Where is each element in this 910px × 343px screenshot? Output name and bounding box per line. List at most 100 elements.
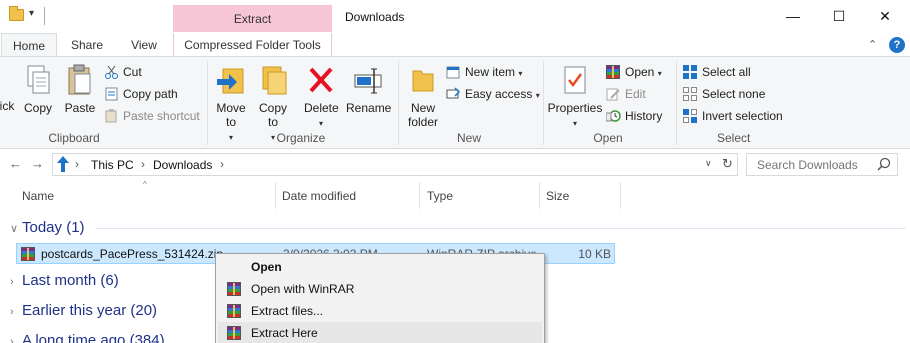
copy-button[interactable]: Copy <box>20 63 56 115</box>
quick-access-dropdown-icon[interactable]: ▾ <box>29 8 34 19</box>
rename-icon <box>352 63 384 97</box>
group-header-long-time-ago[interactable]: › A long time ago (384) <box>10 332 165 343</box>
new-item-icon <box>446 65 461 79</box>
menu-item-extract-files[interactable]: Extract files... <box>218 300 542 322</box>
rename-button[interactable]: Rename <box>346 63 391 115</box>
column-header-name[interactable]: Name <box>22 182 54 210</box>
search-input[interactable] <box>757 158 867 172</box>
delete-button[interactable]: Delete ▾ <box>304 63 339 131</box>
menu-item-open-with-winrar-label: Open with WinRAR <box>251 282 355 296</box>
column-divider[interactable] <box>620 182 621 209</box>
easy-access-label: Easy access <box>465 87 533 101</box>
history-button[interactable]: History <box>605 106 663 126</box>
new-item-dropdown-icon: ▾ <box>518 69 523 78</box>
minimize-button[interactable]: — <box>770 0 816 32</box>
ribbon-collapse-icon[interactable]: ⌃ <box>868 38 877 51</box>
select-group-label: Select <box>717 131 751 145</box>
scissors-icon <box>104 65 119 79</box>
column-header-type[interactable]: Type <box>427 182 453 210</box>
folder-icon[interactable] <box>9 6 24 21</box>
open-group-label: Open <box>593 131 623 145</box>
select-all-icon <box>683 65 698 79</box>
invert-selection-button[interactable]: Invert selection <box>683 106 783 126</box>
column-divider[interactable] <box>275 182 276 209</box>
column-divider[interactable] <box>539 182 540 209</box>
quick-access-separator <box>44 7 45 25</box>
search-icon[interactable] <box>877 157 891 174</box>
chevron-right-icon: › <box>10 306 14 318</box>
breadcrumb-this-pc[interactable]: This PC <box>91 158 134 172</box>
group-header-earlier-this-year[interactable]: › Earlier this year (20) <box>10 302 157 319</box>
select-all-label: Select all <box>702 65 751 79</box>
tab-compressed-folder-tools[interactable]: Compressed Folder Tools <box>173 33 332 57</box>
search-box <box>746 153 898 176</box>
winrar-icon <box>227 304 241 318</box>
new-item-button[interactable]: New item ▾ <box>446 62 522 82</box>
tab-share[interactable]: Share <box>62 33 112 57</box>
breadcrumb-chevron-icon[interactable]: › <box>220 157 224 171</box>
group-header-last-month[interactable]: › Last month (6) <box>10 272 119 289</box>
copy-label: Copy <box>23 101 52 115</box>
properties-button[interactable]: Properties ▾ <box>546 63 604 131</box>
history-icon <box>605 109 621 123</box>
open-dropdown-icon: ▾ <box>657 69 662 78</box>
column-divider[interactable] <box>419 182 420 209</box>
breadcrumb-chevron-icon[interactable]: › <box>141 157 145 171</box>
column-header-size[interactable]: Size <box>546 182 569 210</box>
address-dropdown-icon[interactable]: ∨ <box>705 158 712 169</box>
chevron-down-icon: ∨ <box>10 223 19 235</box>
file-name: postcards_PacePress_531424.zip <box>41 247 224 261</box>
back-arrow-icon[interactable]: ← <box>9 156 22 171</box>
cut-button[interactable]: Cut <box>104 62 142 82</box>
menu-item-open-with-winrar[interactable]: Open with WinRAR <box>218 278 542 300</box>
context-menu: Open Open with WinRAR Extract files... E… <box>215 253 545 343</box>
close-button[interactable]: ✕ <box>862 0 908 32</box>
copy-path-button[interactable]: Copy path <box>104 84 178 104</box>
new-group-label: New <box>456 131 481 145</box>
clipboard-group: ick Copy Paste Cut Copy path Paste short… <box>0 57 200 149</box>
tab-home[interactable]: Home <box>1 33 57 57</box>
new-folder-button[interactable]: New folder <box>403 63 443 129</box>
group-long-time-ago-label: A long time ago (384) <box>22 332 165 343</box>
paste-shortcut-icon <box>104 109 119 123</box>
tab-view[interactable]: View <box>119 33 169 57</box>
sort-ascending-icon: ^ <box>143 180 147 189</box>
breadcrumb-downloads[interactable]: Downloads <box>153 158 212 172</box>
properties-icon <box>559 63 591 97</box>
edit-icon <box>606 87 621 101</box>
paste-button[interactable]: Paste <box>62 63 98 115</box>
winrar-icon <box>227 282 241 296</box>
pin-quick-access-button[interactable]: ick <box>0 99 16 113</box>
ribbon-tabs: Home Share View Compressed Folder Tools … <box>0 33 910 57</box>
chevron-right-icon: › <box>10 336 14 343</box>
edit-label: Edit <box>625 87 646 101</box>
help-icon[interactable]: ? <box>889 37 905 53</box>
easy-access-button[interactable]: Easy access ▾ <box>446 84 540 104</box>
menu-item-open[interactable]: Open <box>218 256 542 278</box>
copy-path-icon <box>104 87 119 101</box>
extract-context-header: Extract <box>173 5 332 32</box>
new-item-label: New item <box>465 65 516 79</box>
menu-item-open-label: Open <box>251 260 282 274</box>
address-bar[interactable]: › This PC › Downloads › ∨ ↻ <box>52 153 738 176</box>
history-label: History <box>625 109 663 123</box>
paste-shortcut-label: Paste shortcut <box>123 109 200 123</box>
group-header-today[interactable]: ∨ Today (1) <box>10 219 85 236</box>
menu-item-extract-here[interactable]: Extract Here <box>218 322 542 343</box>
paste-label: Paste <box>64 101 96 115</box>
refresh-icon[interactable]: ↻ <box>722 156 733 172</box>
open-button[interactable]: Open ▾ <box>606 62 662 82</box>
select-all-button[interactable]: Select all <box>683 62 751 82</box>
up-arrow-icon[interactable] <box>56 155 70 176</box>
forward-arrow-icon[interactable]: → <box>31 156 44 171</box>
maximize-button[interactable]: ☐ <box>816 0 862 32</box>
open-group: Properties ▾ Open ▾ Edit History Open <box>544 57 672 149</box>
column-header-date-modified[interactable]: Date modified <box>282 182 356 210</box>
paste-shortcut-button[interactable]: Paste shortcut <box>104 106 200 126</box>
winrar-archive-icon <box>21 247 35 261</box>
breadcrumb-chevron-icon[interactable]: › <box>75 157 79 171</box>
edit-button[interactable]: Edit <box>606 84 646 104</box>
select-none-button[interactable]: Select none <box>683 84 765 104</box>
menu-item-extract-here-label: Extract Here <box>251 326 318 340</box>
invert-selection-icon <box>683 109 698 123</box>
